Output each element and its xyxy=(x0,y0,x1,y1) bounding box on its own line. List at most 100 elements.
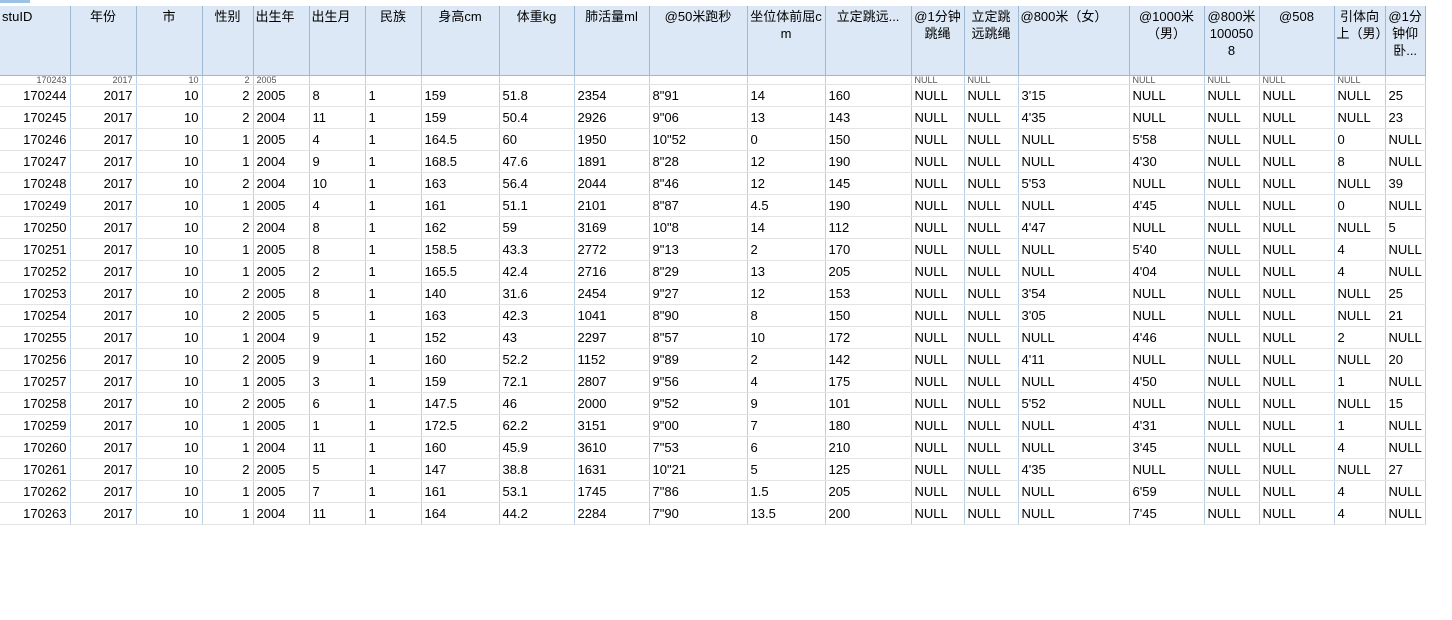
table-cell[interactable]: 8"91 xyxy=(649,84,748,107)
table-cell[interactable]: 170246 xyxy=(0,128,71,151)
table-cell[interactable]: 2017 xyxy=(70,75,137,85)
table-cell[interactable]: NULL xyxy=(964,326,1019,349)
table-cell[interactable]: NULL xyxy=(1018,436,1130,459)
table-cell[interactable]: NULL xyxy=(911,260,965,283)
col-header-city[interactable]: 市 xyxy=(136,6,203,76)
table-cell[interactable]: 2005 xyxy=(253,370,310,393)
table-cell[interactable]: 12 xyxy=(747,150,826,173)
table-cell[interactable]: 8 xyxy=(309,282,366,305)
table-cell[interactable]: NULL xyxy=(1334,458,1386,481)
table-cell[interactable]: 2017 xyxy=(70,326,137,349)
table-cell[interactable]: 205 xyxy=(825,480,912,503)
table-cell[interactable]: 7"86 xyxy=(649,480,748,503)
table-cell[interactable]: 10 xyxy=(136,348,203,371)
table-cell[interactable]: 163 xyxy=(421,304,500,327)
table-cell[interactable]: 4 xyxy=(309,194,366,217)
table-cell[interactable]: NULL xyxy=(1018,370,1130,393)
table-cell[interactable]: 150 xyxy=(825,304,912,327)
table-cell[interactable]: NULL xyxy=(964,216,1019,239)
table-cell[interactable]: NULL xyxy=(1385,414,1426,437)
table-cell[interactable]: NULL xyxy=(964,304,1019,327)
table-cell[interactable]: 10 xyxy=(136,172,203,195)
table-cell[interactable]: 190 xyxy=(825,150,912,173)
table-cell[interactable]: NULL xyxy=(1259,172,1335,195)
table-cell[interactable]: 2017 xyxy=(70,304,137,327)
table-cell[interactable]: 2005 xyxy=(253,480,310,503)
table-cell[interactable]: NULL xyxy=(1259,480,1335,503)
table-cell[interactable]: 205 xyxy=(825,260,912,283)
table-cell[interactable]: 170251 xyxy=(0,238,71,261)
table-cell[interactable]: 60 xyxy=(499,128,575,151)
table-cell[interactable]: 2017 xyxy=(70,84,137,107)
table-cell[interactable]: NULL xyxy=(1204,282,1260,305)
table-cell[interactable]: 5'53 xyxy=(1018,172,1130,195)
table-cell[interactable]: 2005 xyxy=(253,458,310,481)
table-cell[interactable]: NULL xyxy=(1334,392,1386,415)
table-cell[interactable]: 2716 xyxy=(574,260,650,283)
table-cell[interactable]: 1 xyxy=(365,502,422,525)
table-cell[interactable]: 170257 xyxy=(0,370,71,393)
table-cell[interactable]: NULL xyxy=(911,502,965,525)
table-cell[interactable]: 4 xyxy=(1334,260,1386,283)
table-cell[interactable]: 143 xyxy=(825,106,912,129)
table-cell[interactable]: 2 xyxy=(747,348,826,371)
table-cell[interactable]: 5'40 xyxy=(1129,238,1205,261)
table-cell[interactable]: 2017 xyxy=(70,458,137,481)
col-header-sit-reach[interactable]: 坐位体前屈cm xyxy=(747,6,826,76)
table-cell[interactable]: NULL xyxy=(911,348,965,371)
table-cell[interactable]: NULL xyxy=(1204,436,1260,459)
table-cell[interactable]: NULL xyxy=(1018,150,1130,173)
table-cell[interactable]: 10 xyxy=(136,150,203,173)
table-cell[interactable]: NULL xyxy=(1018,194,1130,217)
table-cell[interactable]: NULL xyxy=(964,282,1019,305)
table-cell[interactable]: 45.9 xyxy=(499,436,575,459)
table-cell[interactable]: NULL xyxy=(1259,392,1335,415)
table-cell[interactable]: NULL xyxy=(964,480,1019,503)
table-cell[interactable]: 1 xyxy=(365,216,422,239)
table-cell[interactable]: 170245 xyxy=(0,106,71,129)
table-cell[interactable]: 2284 xyxy=(574,502,650,525)
table-cell[interactable]: 7 xyxy=(747,414,826,437)
table-cell[interactable]: NULL xyxy=(1259,458,1335,481)
table-cell[interactable]: 2004 xyxy=(253,436,310,459)
table-cell[interactable]: 163 xyxy=(421,172,500,195)
table-cell[interactable]: 2017 xyxy=(70,480,137,503)
table-cell[interactable]: 170259 xyxy=(0,414,71,437)
table-cell[interactable]: NULL xyxy=(1385,260,1426,283)
table-cell[interactable]: NULL xyxy=(964,348,1019,371)
table-cell[interactable]: 46 xyxy=(499,392,575,415)
table-cell[interactable]: 170247 xyxy=(0,150,71,173)
table-cell[interactable]: 10 xyxy=(136,414,203,437)
table-cell[interactable]: NULL xyxy=(1204,75,1260,85)
table-row[interactable]: 170243 2017 10 2 2005 NULL NULL NULL NULL NULL NUL… xyxy=(0,75,1426,85)
table-cell[interactable]: 8 xyxy=(1334,150,1386,173)
table-cell[interactable]: 4 xyxy=(309,128,366,151)
table-cell[interactable]: 2 xyxy=(202,84,254,107)
col-header-gender[interactable]: 性别 xyxy=(202,6,254,76)
table-cell[interactable]: 10 xyxy=(136,128,203,151)
table-cell[interactable]: NULL xyxy=(1259,150,1335,173)
table-row[interactable]: 170249 2017 10 1 2005 4 1 161 51.1 2101 8"87 4.5 190… xyxy=(0,194,1426,217)
table-cell[interactable]: 8"87 xyxy=(649,194,748,217)
col-header-pull-ups[interactable]: 引体向上（男） xyxy=(1334,6,1386,76)
table-row[interactable]: 170254 2017 10 2 2005 5 1 163 42.3 1041 8"90 8 150 NU… xyxy=(0,304,1426,327)
table-row[interactable]: 170260 2017 10 1 2004 11 1 160 45.9 3610 7"53 6 210 N… xyxy=(0,436,1426,459)
table-cell[interactable]: 6 xyxy=(309,392,366,415)
table-cell[interactable]: 1 xyxy=(365,282,422,305)
table-cell[interactable]: 3 xyxy=(309,370,366,393)
table-cell[interactable]: 20 xyxy=(1385,348,1426,371)
table-cell[interactable]: 2926 xyxy=(574,106,650,129)
table-cell[interactable]: 2005 xyxy=(253,128,310,151)
table-cell[interactable]: 1 xyxy=(365,414,422,437)
table-cell[interactable]: 1 xyxy=(202,260,254,283)
table-cell[interactable]: NULL xyxy=(1259,348,1335,371)
table-cell[interactable]: 1 xyxy=(365,348,422,371)
table-cell[interactable]: 2005 xyxy=(253,282,310,305)
col-header-800m-female[interactable]: @800米（女） xyxy=(1018,6,1130,76)
table-cell[interactable]: NULL xyxy=(1334,304,1386,327)
table-cell[interactable]: NULL xyxy=(911,458,965,481)
table-cell[interactable]: 1 xyxy=(365,194,422,217)
table-cell[interactable] xyxy=(825,75,912,85)
table-cell[interactable]: 8 xyxy=(309,84,366,107)
table-cell[interactable]: 9"00 xyxy=(649,414,748,437)
